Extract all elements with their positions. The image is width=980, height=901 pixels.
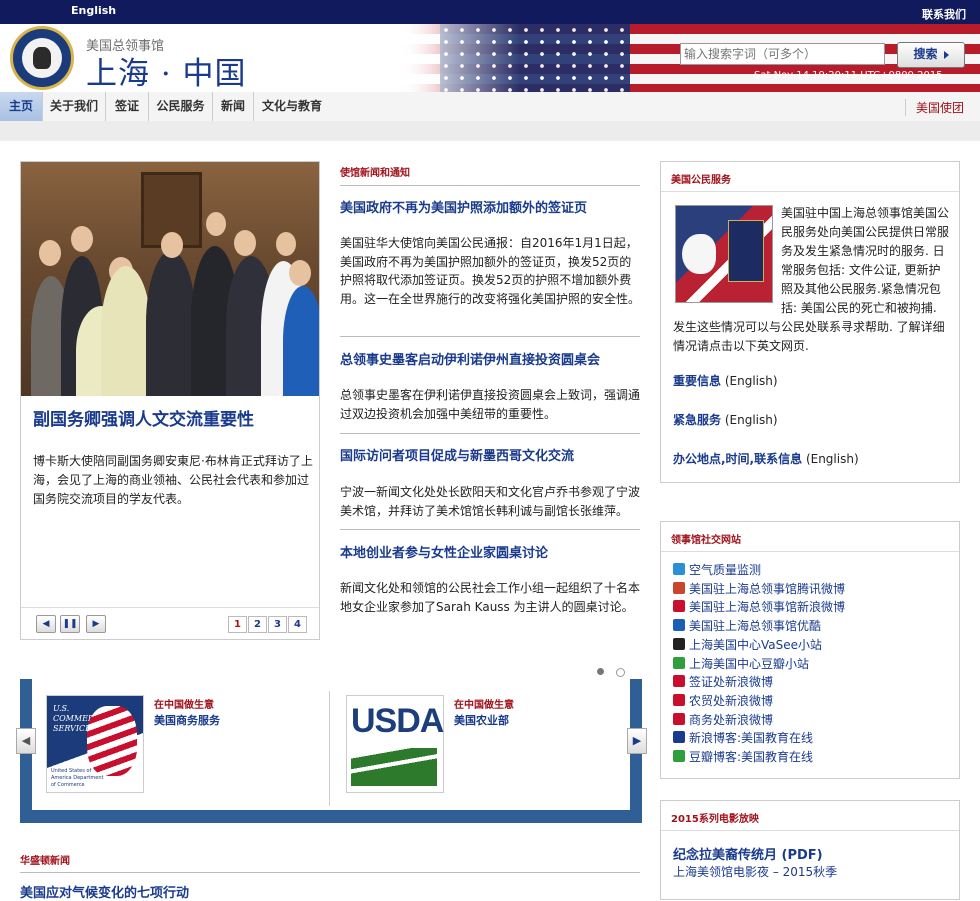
commerce-weibo-icon (673, 712, 685, 725)
consulate-seal-logo[interactable] (10, 26, 74, 90)
site-title[interactable]: 上海 · 中国 (86, 48, 247, 92)
social-link[interactable]: 上海美国中心豆瓣小站 (673, 655, 809, 673)
section-header: 美国公民服务 (671, 175, 731, 186)
arrow-right-icon (943, 50, 949, 59)
social-link[interactable]: 农贸处新浪微博 (673, 692, 773, 710)
social-link[interactable]: 空气质量监测 (673, 561, 761, 579)
search-button[interactable]: 搜索 (897, 42, 965, 68)
tencent-weibo-icon (673, 581, 685, 594)
news-title[interactable]: 美国政府不再为美国护照添加额外的签证页 (340, 197, 640, 216)
social-media-box: 领事馆社交网站 空气质量监测 美国驻上海总领事馆腾讯微博 美国驻上海总领事馆新浪微博… (660, 521, 960, 779)
usda-link[interactable]: 美国农业部 (454, 712, 509, 728)
contact-us-link[interactable]: 联系我们 (922, 6, 966, 22)
nav-item-home[interactable]: 主页 (0, 92, 43, 121)
slide-page-4[interactable]: 4 (288, 616, 307, 633)
datetime-display: Sat Nov 14 19:20:11 UTC+0800 2015 (754, 70, 943, 81)
important-info-link[interactable]: 重要信息 (English) (673, 372, 778, 389)
sina-blog-icon (673, 731, 685, 744)
english-link[interactable]: English (71, 4, 116, 17)
card-category: 在中国做生意 (154, 700, 214, 711)
carousel-next-button[interactable]: ▶ (627, 728, 647, 754)
eagle-icon (33, 47, 51, 69)
section-header: 领事馆社交网站 (671, 535, 741, 546)
ag-weibo-icon (673, 693, 685, 706)
social-link[interactable]: 豆瓣博客:美国教育在线 (673, 748, 813, 766)
card-category: 在中国做生意 (454, 700, 514, 711)
air-quality-icon (673, 563, 685, 575)
commercial-service-link[interactable]: 美国商务服务 (154, 712, 220, 728)
nav-item-citizen-services[interactable]: 公民服务 (149, 92, 213, 121)
social-link[interactable]: 新浪博客:美国教育在线 (673, 729, 813, 747)
us-mission-link[interactable]: 美国使团 (904, 99, 964, 116)
partner-carousel: U.S. COMMERCIAL SERVICE United States of… (20, 679, 642, 823)
news-text: 新闻文化处和领馆的公民社会工作小组一起组织了十名本地女企业家参加了Sarah K… (340, 581, 641, 614)
social-link[interactable]: 美国驻上海总领事馆腾讯微博 (673, 580, 845, 598)
slide-page-2[interactable]: 2 (248, 616, 267, 633)
search-input[interactable] (680, 43, 885, 65)
news-title[interactable]: 总领事史墨客启动伊利诺伊州直接投资圆桌会 (340, 349, 640, 368)
douban-blog-icon (673, 750, 685, 762)
nav-item-culture-education[interactable]: 文化与教育 (254, 92, 330, 121)
carousel-dot[interactable] (616, 668, 625, 677)
news-text: 总领事史墨客在伊利诺伊直接投资圆桌会上致词，强调通过双边投资机会加强中美纽带的重… (340, 388, 641, 421)
pause-button[interactable]: ❚❚ (60, 615, 80, 633)
eagle-passport-image[interactable] (675, 205, 773, 303)
social-link[interactable]: 商务处新浪微博 (673, 711, 773, 729)
heritage-month-link[interactable]: 纪念拉美裔传统月 (PDF) (673, 844, 823, 863)
nav-item-visa[interactable]: 签证 (106, 92, 149, 121)
news-title[interactable]: 本地创业者参与女性企业家圆桌讨论 (340, 542, 640, 561)
section-header: 2015系列电影放映 (671, 814, 759, 825)
film-series-box: 2015系列电影放映 纪念拉美裔传统月 (PDF) 上海美领馆电影夜 – 201… (660, 800, 960, 900)
feature-photo[interactable] (21, 162, 319, 396)
top-bar: English 联系我们 (0, 0, 980, 24)
slide-page-3[interactable]: 3 (268, 616, 287, 633)
social-link[interactable]: 上海美国中心VaSee小站 (673, 636, 822, 654)
sina-weibo-icon (673, 600, 685, 613)
carousel-dot[interactable] (597, 668, 604, 675)
usda-logo[interactable]: USDA (346, 695, 444, 793)
main-nav: 主页 关于我们 签证 公民服务 新闻 文化与教育 美国使团 (0, 92, 980, 122)
douban-icon (673, 656, 685, 669)
news-text: 宁波一新闻文化处处长欧阳天和文化官卢乔书参观了宁波美术馆，并拜访了美术馆馆长韩利… (340, 485, 641, 518)
youku-icon (673, 619, 685, 632)
feature-title[interactable]: 副国务卿强调人文交流重要性 (33, 405, 313, 430)
section-header: 使馆新闻和通知 (340, 168, 410, 179)
slide-page-1[interactable]: 1 (228, 616, 247, 633)
social-link[interactable]: 美国驻上海总领事馆优酷 (673, 617, 821, 635)
nav-item-about[interactable]: 关于我们 (43, 92, 106, 121)
washington-news-item[interactable]: 美国应对气候变化的七项行动 (20, 882, 189, 901)
emergency-services-link[interactable]: 紧急服务 (English) (673, 411, 778, 428)
next-slide-button[interactable]: ▶ (86, 615, 106, 633)
social-link[interactable]: 签证处新浪微博 (673, 673, 773, 691)
social-link[interactable]: 美国驻上海总领事馆新浪微博 (673, 598, 845, 616)
news-title[interactable]: 国际访问者项目促成与新墨西哥文化交流 (340, 445, 640, 464)
office-info-link[interactable]: 办公地点,时间,联系信息 (English) (673, 450, 859, 467)
prev-slide-button[interactable]: ◀ (36, 615, 56, 633)
feature-slideshow: 副国务卿强调人文交流重要性 博卡斯大使陪同副国务卿安東尼·布林肯正式拜访了上海，… (20, 161, 320, 640)
citizen-services-box: 美国公民服务 美国驻中国上海总领事馆美国公民服务处向美国公民提供日常服务及发生紧… (660, 161, 960, 483)
site-banner: 美国总领事馆 上海 · 中国 搜索 Sat Nov 14 19:20:11 UT… (0, 24, 980, 93)
film-night-link[interactable]: 上海美领馆电影夜 – 2015秋季 (673, 863, 837, 880)
nav-spacer (0, 121, 980, 141)
commercial-service-logo[interactable]: U.S. COMMERCIAL SERVICE United States of… (46, 695, 144, 793)
slideshow-controls: ◀ ❚❚ ▶ 1 2 3 4 (21, 607, 319, 640)
carousel-prev-button[interactable]: ◀ (16, 728, 36, 754)
nav-item-news[interactable]: 新闻 (213, 92, 254, 121)
feature-text: 博卡斯大使陪同副国务卿安東尼·布林肯正式拜访了上海，会见了上海的商业领袖、公民社… (33, 454, 313, 506)
vasee-icon (673, 637, 685, 650)
news-text: 美国驻华大使馆向美国公民通报：自2016年1月1日起，美国政府不再为美国护照加额… (340, 236, 641, 306)
visa-weibo-icon (673, 675, 685, 688)
washington-news-header: 华盛顿新闻 (20, 856, 70, 867)
